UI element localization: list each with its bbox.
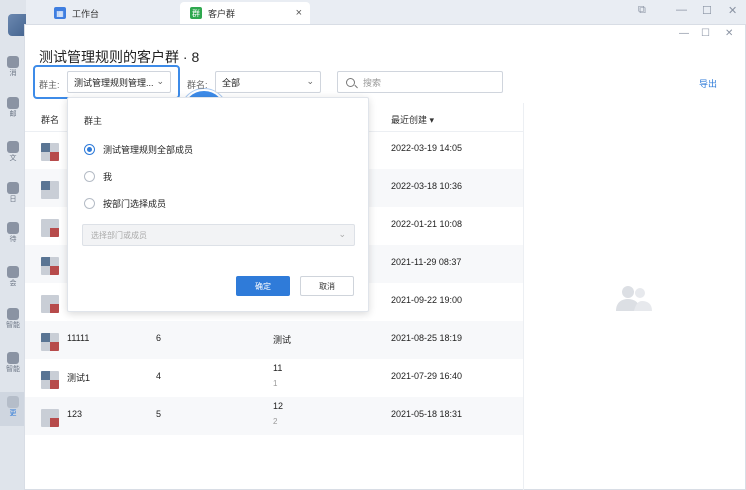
col-header-created[interactable]: 最近创建 ▾ [391,113,434,126]
export-button[interactable]: 导出 [699,77,717,90]
radio-icon[interactable] [84,171,95,182]
group-avatar [41,333,59,351]
sparkle-icon [7,352,19,364]
pin-icon[interactable]: ⧉ [638,4,646,17]
inner-maximize-icon[interactable]: ☐ [701,28,710,39]
group-avatar [41,143,59,161]
customer-group-icon: 群 [190,7,202,19]
cancel-button[interactable]: 取消 [300,276,354,296]
col-header-name: 群名 [41,115,60,125]
table-row[interactable]: 123 5 12 2 2021-05-18 18:31 [25,397,523,435]
group-avatar [41,371,59,389]
name-filter-label: 群名: [187,80,208,90]
radio-selected-icon[interactable] [84,144,95,155]
close-icon[interactable]: × [296,7,302,19]
maximize-icon[interactable]: ☐ [702,4,712,17]
group-avatar [41,219,59,237]
tab-workbench[interactable]: ▦ 工作台 [44,2,178,24]
smart-icon [7,308,19,320]
inner-minimize-icon[interactable]: — [679,28,689,39]
sort-down-icon: ▾ [429,115,435,125]
chat-icon [7,56,19,68]
todo-icon [7,222,19,234]
popover-title: 群主 [84,116,103,126]
grid-icon: ▦ [54,7,66,19]
calendar-icon [7,182,19,194]
inner-close-icon[interactable]: ✕ [725,28,733,39]
department-select[interactable]: 选择部门或成员 ⌄ [82,224,355,246]
tab-customer-group[interactable]: 群 客户群 × [180,2,310,24]
customer-group-window: — ☐ ✕ 测试管理规则的客户群 · 8 群主: 测试管理规则管理... ⌄ 2… [24,24,746,490]
owner-dropdown-popover: 群主 测试管理规则全部成员 我 按部门选择成员 选择部门或成员 ⌄ 确定 取消 [67,97,369,312]
rail-item-messages[interactable]: 消 [0,56,26,78]
more-icon [7,396,19,408]
table-row[interactable]: 11111 6 测试 2021-08-25 18:19 [25,321,523,359]
confirm-button[interactable]: 确定 [236,276,290,296]
mail-icon [7,97,19,109]
chevron-down-icon: ⌄ [306,76,314,86]
minimize-icon[interactable]: — [676,4,687,16]
document-icon [7,141,19,153]
option-by-department[interactable]: 按部门选择成员 [84,197,166,210]
panel-divider [523,103,524,490]
page-title: 测试管理规则的客户群 · 8 [39,49,200,65]
name-select[interactable]: 全部 ⌄ [215,71,321,93]
table-row[interactable]: 测试1 4 11 1 2021-07-29 16:40 [25,359,523,397]
rail-item-mail[interactable]: 邮 [0,97,26,119]
app-rail: 消 邮 文 日 待 会 智能 智能 更 [0,0,38,490]
rail-item-more[interactable]: 更 [0,392,26,426]
search-input[interactable]: 搜索 [337,71,503,93]
group-avatar [41,295,59,313]
meeting-icon [7,266,19,278]
window-titlebar: ▦ 工作台 群 客户群 × ⧉ — ☐ ✕ [26,0,746,24]
rail-item-calendar[interactable]: 日 [0,182,26,204]
chevron-down-icon: ⌄ [338,229,346,239]
radio-icon[interactable] [84,198,95,209]
owner-select-highlight [33,65,180,99]
option-all-members[interactable]: 测试管理规则全部成员 [84,143,193,156]
group-avatar [41,181,59,199]
rail-item-meeting[interactable]: 会 [0,266,26,288]
rail-item-smart[interactable]: 智能 [0,308,26,330]
option-me[interactable]: 我 [84,170,112,183]
group-avatar [41,257,59,275]
rail-item-todo[interactable]: 待 [0,222,26,244]
group-avatar [41,409,59,427]
search-icon [346,77,355,87]
members-placeholder-icon [616,286,652,311]
rail-item-docs[interactable]: 文 [0,141,26,163]
rail-item-smart-2[interactable]: 智能 [0,352,26,374]
close-window-icon[interactable]: ✕ [728,4,737,17]
